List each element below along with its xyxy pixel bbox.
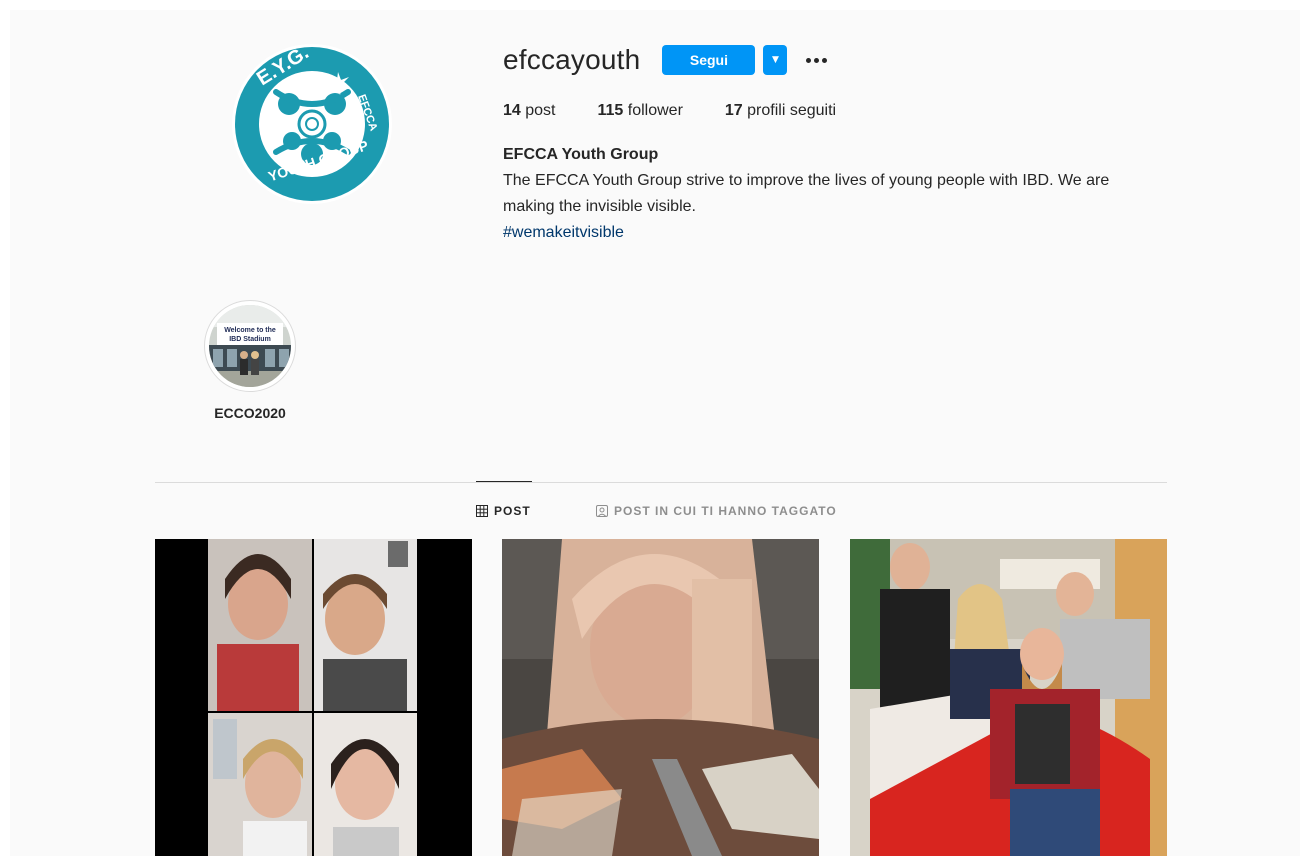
grid-icon [476,505,488,517]
followers-stat[interactable]: 115 follower [598,102,683,120]
username: efccayouth [503,44,641,75]
sign-text-line-2: IBD Stadium [229,336,271,343]
post-thumbnail-group-photo[interactable] [850,539,1167,856]
following-stat[interactable]: 17 profili seguiti [725,102,836,120]
tab-tagged[interactable]: POST IN CUI TI HANNO TAGGATO [596,504,837,518]
followers-count: 115 [597,102,624,119]
profile-avatar[interactable]: E.Y.G. EFCCA YOUTH GROUP [232,44,392,204]
active-tab-indicator [476,481,532,482]
profile-stats: 14 post 115 follower 17 profili seguiti [503,102,1183,120]
highlight-label: ECCO2020 [214,405,286,421]
tab-posts-label: POST [494,504,531,518]
highlight-ring: Welcome to the IBD Stadium [204,300,296,392]
tab-divider [155,482,1167,483]
selfie-image [502,539,819,856]
video-call-image [155,539,472,856]
sign-text-line-1: Welcome to the [224,327,276,334]
following-count: 17 [724,102,743,119]
followers-stat-label: follower [627,102,683,119]
tagged-user-icon [596,505,608,517]
highlight-image: Welcome to the IBD Stadium [209,305,291,387]
bio-text: The EFCCA Youth Group strive to improve … [503,172,1110,215]
chevron-down-icon: ▼ [771,55,779,65]
story-highlight[interactable]: Welcome to the IBD Stadium ECCO2020 [203,300,297,421]
tab-tagged-label: POST IN CUI TI HANNO TAGGATO [614,504,837,518]
hashtag-link[interactable]: #wemakeitvisible [503,224,624,241]
profile-full-name: EFCCA Youth Group [503,146,659,163]
ellipsis-icon [805,57,811,63]
profile-title-row: efccayouth Segui ▼ [503,40,1183,80]
profile-info: efccayouth Segui ▼ 14 post 115 follower … [503,40,1183,246]
post-thumbnail-video-call[interactable] [155,539,472,856]
group-photo-image [850,539,1167,856]
profile-page: E.Y.G. EFCCA YOUTH GROUP efccayouth Segu… [10,10,1300,856]
posts-count: 14 [503,102,521,119]
post-thumbnail-selfie[interactable] [502,539,819,856]
profile-bio: EFCCA Youth Group The EFCCA Youth Group … [503,142,1183,246]
suggestions-dropdown-button[interactable]: ▼ [763,45,788,75]
posts-stat: 14 post [503,102,556,120]
highlight-thumbnail: Welcome to the IBD Stadium [209,305,291,387]
tab-posts[interactable]: POST [476,504,531,518]
following-stat-label: profili seguiti [747,102,837,119]
efcca-youth-logo: E.Y.G. EFCCA YOUTH GROUP [234,44,390,202]
follow-button[interactable]: Segui [662,45,756,75]
posts-stat-label: post [525,102,556,119]
more-options-button[interactable] [801,45,831,75]
